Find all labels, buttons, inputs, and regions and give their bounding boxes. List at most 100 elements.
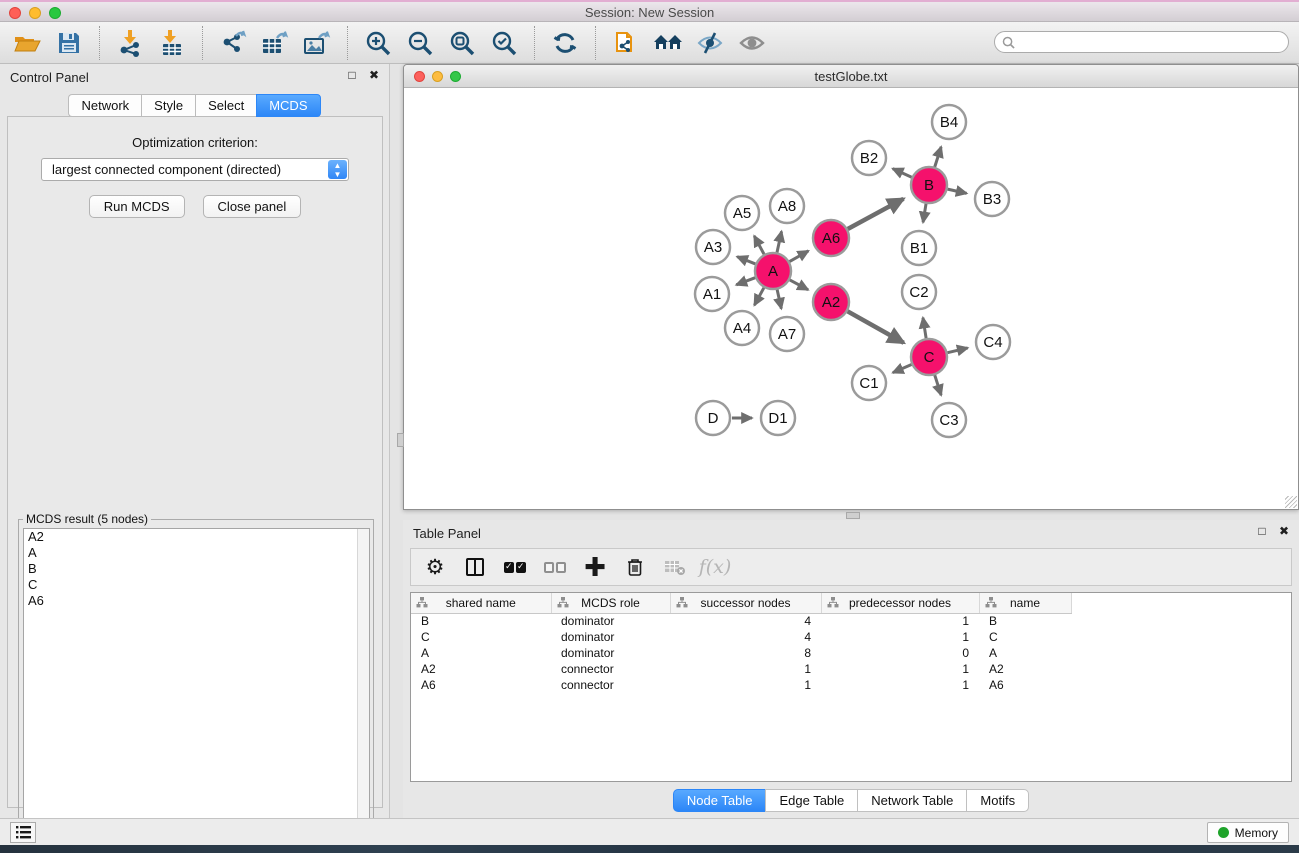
mcds-result-list[interactable]: A2ABCA6	[23, 528, 370, 853]
table-cell[interactable]: A6	[979, 677, 1071, 693]
table-row[interactable]: A2connector11A2	[411, 661, 1091, 677]
graph-node-B4[interactable]: B4	[932, 105, 966, 139]
table-cell[interactable]: 8	[670, 645, 821, 661]
close-panel-icon[interactable]: ✖	[1277, 524, 1291, 538]
graph-edge-A-A6[interactable]	[790, 251, 809, 262]
show-details-button[interactable]	[731, 26, 773, 60]
graph-node-A2[interactable]: A2	[813, 284, 849, 320]
graph-node-B2[interactable]: B2	[852, 141, 886, 175]
graph-edge-A6-B[interactable]	[848, 199, 904, 229]
tab-network-table[interactable]: Network Table	[857, 789, 966, 812]
table-row[interactable]: Cdominator41C	[411, 629, 1091, 645]
graph-node-B[interactable]: B	[911, 167, 947, 203]
mcds-result-item[interactable]: B	[24, 561, 369, 577]
table-cell[interactable]: C	[411, 629, 551, 645]
table-row[interactable]: A6connector11A6	[411, 677, 1091, 693]
column-header-name[interactable]: name	[979, 593, 1071, 613]
graph-node-A7[interactable]: A7	[770, 317, 804, 351]
graph-edge-A-A1[interactable]	[736, 278, 755, 285]
table-settings-button[interactable]: ⚙	[423, 555, 447, 579]
network-graph-canvas[interactable]: B4B2BB3A8A5A6A3B1AC2A1A2A4A7C4CC1DD1C3	[405, 88, 1298, 509]
column-header-MCDS-role[interactable]: MCDS role	[551, 593, 670, 613]
table-cell[interactable]: dominator	[551, 613, 670, 629]
tab-node-table[interactable]: Node Table	[673, 789, 766, 812]
graph-node-D[interactable]: D	[696, 401, 730, 435]
table-cell[interactable]: dominator	[551, 645, 670, 661]
graph-node-D1[interactable]: D1	[761, 401, 795, 435]
table-cell[interactable]: B	[979, 613, 1071, 629]
graph-edge-A-A2[interactable]	[790, 280, 808, 290]
deselect-all-button[interactable]	[543, 555, 567, 579]
export-image-button[interactable]	[296, 26, 338, 60]
column-header-predecessor-nodes[interactable]: predecessor nodes	[821, 593, 979, 613]
graph-edge-B-B4[interactable]	[935, 147, 941, 167]
table-cell[interactable]: 4	[670, 629, 821, 645]
graph-node-C2[interactable]: C2	[902, 275, 936, 309]
splitter-handle[interactable]	[397, 433, 404, 447]
export-network-button[interactable]	[212, 26, 254, 60]
float-panel-icon[interactable]: □	[345, 68, 359, 82]
home-button[interactable]	[647, 26, 689, 60]
search-input[interactable]	[1015, 33, 1288, 51]
graph-node-C3[interactable]: C3	[932, 403, 966, 437]
zoom-selected-button[interactable]	[483, 26, 525, 60]
graph-edge-A2-C[interactable]	[848, 311, 904, 343]
table-cell[interactable]: dominator	[551, 629, 670, 645]
tab-select[interactable]: Select	[195, 94, 256, 117]
graph-edge-C-C1[interactable]	[893, 365, 912, 373]
splitter-handle[interactable]	[846, 512, 860, 519]
refresh-view-button[interactable]	[544, 26, 586, 60]
graph-node-C[interactable]: C	[911, 339, 947, 375]
column-header-shared-name[interactable]: shared name	[411, 593, 551, 613]
graph-node-A3[interactable]: A3	[696, 230, 730, 264]
memory-button[interactable]: Memory	[1207, 822, 1289, 843]
graph-node-A8[interactable]: A8	[770, 189, 804, 223]
graph-node-A4[interactable]: A4	[725, 311, 759, 345]
tab-style[interactable]: Style	[141, 94, 195, 117]
table-cell[interactable]: connector	[551, 661, 670, 677]
tab-mcds[interactable]: MCDS	[256, 94, 320, 117]
close-panel-icon[interactable]: ✖	[367, 68, 381, 82]
graph-edge-A-A5[interactable]	[754, 236, 764, 254]
graph-edge-C-C3[interactable]	[935, 375, 941, 395]
table-cell[interactable]: 0	[821, 645, 979, 661]
network-window-titlebar[interactable]: testGlobe.txt	[404, 65, 1298, 88]
save-session-button[interactable]	[48, 26, 90, 60]
table-cell[interactable]: 1	[821, 629, 979, 645]
show-task-history-button[interactable]	[10, 822, 36, 843]
zoom-out-button[interactable]	[399, 26, 441, 60]
function-builder-button[interactable]: f(x)	[703, 555, 727, 579]
mcds-result-item[interactable]: A2	[24, 529, 369, 545]
graph-node-A5[interactable]: A5	[725, 196, 759, 230]
import-network-button[interactable]	[109, 26, 151, 60]
tab-motifs[interactable]: Motifs	[966, 789, 1029, 812]
add-column-button[interactable]: ✚	[583, 555, 607, 579]
close-panel-button[interactable]: Close panel	[203, 195, 302, 218]
graph-node-C1[interactable]: C1	[852, 366, 886, 400]
delete-column-button[interactable]	[623, 555, 647, 579]
open-session-button[interactable]	[6, 26, 48, 60]
table-row[interactable]: Bdominator41B	[411, 613, 1091, 629]
table-cell[interactable]: A	[411, 645, 551, 661]
float-panel-icon[interactable]: □	[1255, 524, 1269, 538]
table-cell[interactable]: 1	[821, 677, 979, 693]
graph-edge-C-C4[interactable]	[947, 348, 967, 353]
mcds-result-item[interactable]: A6	[24, 593, 369, 609]
table-cell[interactable]: A2	[979, 661, 1071, 677]
import-table-button[interactable]	[151, 26, 193, 60]
graph-edge-B-B1[interactable]	[923, 204, 926, 223]
graph-node-B3[interactable]: B3	[975, 182, 1009, 216]
table-cell[interactable]: 1	[821, 613, 979, 629]
node-table[interactable]: shared nameMCDS rolesuccessor nodesprede…	[410, 592, 1292, 782]
table-cell[interactable]: A	[979, 645, 1071, 661]
clone-network-button[interactable]	[605, 26, 647, 60]
tab-edge-table[interactable]: Edge Table	[765, 789, 857, 812]
graph-edge-A-A7[interactable]	[777, 290, 781, 309]
table-cell[interactable]: 1	[821, 661, 979, 677]
graph-edge-C-C2[interactable]	[923, 318, 926, 339]
search-field[interactable]	[994, 31, 1289, 53]
select-all-button[interactable]	[503, 555, 527, 579]
hide-details-button[interactable]	[689, 26, 731, 60]
export-table-button[interactable]	[254, 26, 296, 60]
tab-network[interactable]: Network	[68, 94, 141, 117]
